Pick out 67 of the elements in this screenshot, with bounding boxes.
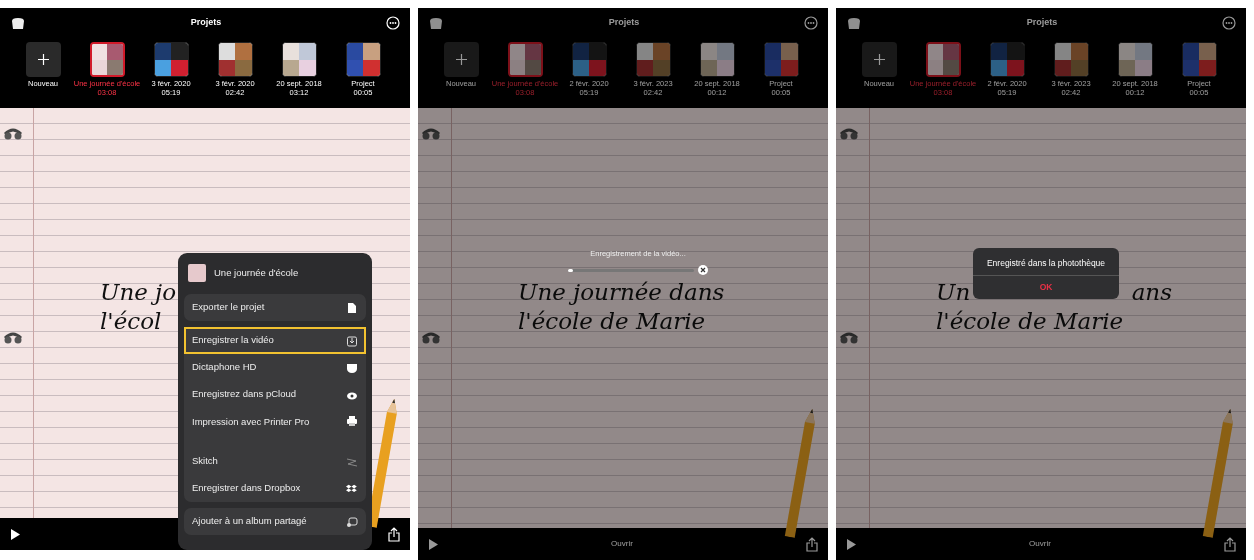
project-thumbnail[interactable] [989, 42, 1025, 77]
plus-icon [455, 54, 467, 65]
more-icon[interactable] [1222, 16, 1236, 30]
binder-ring-drawing [420, 126, 442, 141]
more-icon[interactable] [386, 16, 400, 30]
menu-title: Une journée d'école [214, 265, 299, 280]
share-icon[interactable] [1224, 536, 1236, 552]
menu-item[interactable]: Skitch [184, 448, 366, 475]
project-thumbnail [188, 264, 206, 282]
menu-item[interactable]: Enregistrez dans pCloud [184, 381, 366, 408]
project-thumbnail[interactable] [1053, 42, 1089, 77]
top-bar-title: Projets [608, 16, 640, 30]
plus-icon [37, 54, 49, 65]
project-thumbnail[interactable] [507, 42, 543, 77]
handwritten-text: Une journée dans [518, 278, 725, 307]
top-bar-title: Projets [1026, 16, 1058, 30]
project-thumbnail[interactable] [571, 42, 607, 77]
share-icon[interactable] [388, 526, 400, 542]
project-thumbnail[interactable] [763, 42, 799, 77]
document-icon [346, 301, 358, 314]
shield-icon [346, 361, 358, 374]
alert-message: Enregistré dans la photothèque [985, 257, 1107, 270]
album-icon [346, 515, 358, 528]
menu-item[interactable]: Ajouter à un album partagé [184, 508, 366, 535]
handwritten-text: l'écol [100, 306, 162, 336]
handwritten-text: l'école de Marie [936, 306, 1124, 336]
project-thumbnail[interactable] [1117, 42, 1153, 77]
plus-icon [873, 54, 885, 65]
dropbox-icon [346, 482, 358, 495]
play-icon[interactable] [10, 528, 20, 540]
menu-item[interactable]: Enregistrer la vidéo [184, 327, 366, 354]
share-icon[interactable] [806, 536, 818, 552]
binder-ring-drawing [2, 330, 24, 345]
handwritten-text: Une jo [100, 278, 177, 307]
project-thumbnail[interactable] [699, 42, 735, 77]
project-thumbnail[interactable] [925, 42, 961, 77]
handwritten-text: l'école de Marie [518, 306, 706, 336]
download-icon [346, 334, 358, 347]
binder-ring-drawing [838, 126, 860, 141]
top-bar-title: Projets [190, 16, 222, 30]
project-thumbnail[interactable] [635, 42, 671, 77]
close-icon [700, 267, 706, 274]
menu-item[interactable]: Dictaphone HD [184, 354, 366, 381]
play-icon[interactable] [428, 538, 438, 550]
cancel-button[interactable] [698, 265, 708, 276]
menu-item[interactable]: Exporter le projet [184, 294, 366, 321]
project-thumbnail[interactable] [153, 42, 189, 77]
project-thumbnail[interactable] [217, 42, 253, 77]
binder-ring-drawing [2, 126, 24, 141]
handwritten-text: Un [936, 278, 971, 307]
menu-item[interactable]: Enregistrer dans Dropbox [184, 475, 366, 502]
open-label[interactable]: Ouvrir [1029, 538, 1051, 550]
binder-ring-drawing [420, 330, 442, 345]
box-icon[interactable] [428, 16, 444, 30]
menu-item[interactable]: Impression avec Printer Pro [184, 408, 366, 448]
box-icon[interactable] [10, 16, 26, 30]
box-icon[interactable] [846, 16, 862, 30]
project-thumbnail[interactable] [1181, 42, 1217, 77]
printer-icon [346, 415, 358, 427]
play-icon[interactable] [846, 538, 856, 550]
more-icon[interactable] [804, 16, 818, 30]
project-thumbnail[interactable] [281, 42, 317, 77]
open-label[interactable]: Ouvrir [611, 538, 633, 550]
project-thumbnail[interactable] [89, 42, 125, 77]
project-thumbnail[interactable] [345, 42, 381, 77]
handwritten-text: ans [1131, 278, 1172, 307]
binder-ring-drawing [838, 330, 860, 345]
